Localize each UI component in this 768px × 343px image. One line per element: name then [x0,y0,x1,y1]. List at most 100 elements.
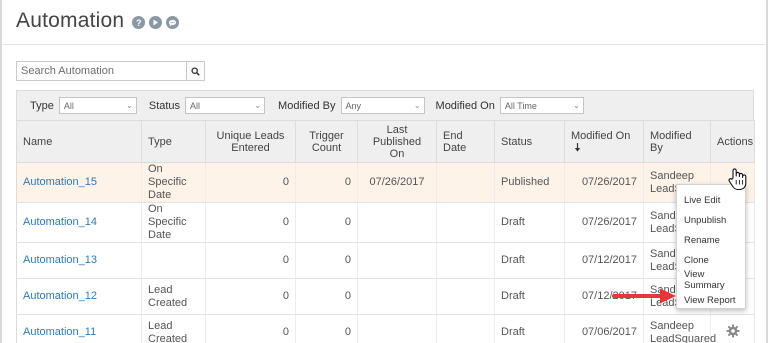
modified-on-filter-select[interactable]: All Time ⌄ [499,97,584,114]
status-cell: Draft [494,278,565,315]
type-cell: On Specific Date [141,202,206,243]
status-cell: Draft [494,314,565,343]
type-line: On Specific [148,163,187,188]
type-cell: Lead Created [141,278,206,315]
chevron-down-icon: ⌄ [413,101,421,110]
column-header-modified-by[interactable]: Modified By [643,120,711,163]
last-published-cell [357,278,437,315]
table-row[interactable]: Automation_15 On Specific Date 0 0 07/26/… [16,162,755,203]
type-cell: Lead Created [141,314,206,343]
column-header-unique-leads[interactable]: Unique Leads Entered [205,120,296,163]
unique-leads-cell: 0 [205,202,296,243]
type-filter-value: All [63,100,74,111]
play-icon[interactable] [149,16,163,29]
gear-icon[interactable] [726,324,740,338]
status-filter-value: All [190,100,201,111]
type-line: Created [148,332,188,343]
chevron-down-icon: ⌄ [254,101,262,110]
menu-item-rename[interactable]: Rename [677,230,745,250]
table-row[interactable]: Automation_13 0 0 Draft 07/12/2017 Sande… [16,242,755,279]
modified-on-header-label: Modified On [571,129,631,142]
type-line: Date [148,189,172,201]
search-input[interactable] [17,62,186,80]
status-cell: Published [494,162,565,203]
type-cell: On Specific Date [141,162,206,203]
automation-name-link[interactable]: Automation_11 [23,326,96,338]
automation-table: Name Type Unique Leads Entered Trigger C… [16,120,755,343]
status-filter-label: Status [148,99,181,112]
column-header-name[interactable]: Name [16,120,142,163]
help-icon[interactable]: ? [132,16,146,29]
actions-cell [710,314,755,343]
hand-cursor-icon [728,168,747,191]
modified-on-filter-label: Modified On [435,99,495,112]
modified-on-filter-value: All Time [504,100,537,111]
trigger-count-cell: 0 [295,242,358,279]
unique-leads-cell: 0 [205,278,296,315]
automation-name-link[interactable]: Automation_12 [23,290,97,302]
type-line: Created [148,296,188,309]
type-filter-select[interactable]: All ⌄ [58,97,137,114]
type-line: Lead [148,283,173,296]
chat-icon[interactable] [166,16,180,29]
trigger-count-cell: 0 [295,162,358,203]
search-button[interactable] [186,62,204,80]
automation-name-link[interactable]: Automation_14 [23,216,97,228]
page-header: Automation ? [16,8,180,34]
modified-on-cell: 07/26/2017 [564,162,644,203]
actions-dropdown-menu: Live Edit Unpublish Rename Clone View Su… [676,176,746,310]
unique-leads-cell: 0 [205,314,296,343]
type-cell [141,242,206,279]
end-date-cell [436,278,495,315]
table-row[interactable]: Automation_14 On Specific Date 0 0 Draft … [16,202,755,243]
type-line: Lead [148,319,173,332]
header-divider [2,44,766,45]
table-row[interactable]: Automation_11 Lead Created 0 0 Draft 07/0… [16,314,755,343]
modified-on-cell: 07/26/2017 [564,202,644,243]
automation-name-link[interactable]: Automation_13 [23,254,97,266]
end-date-cell [436,162,495,203]
menu-item-unpublish[interactable]: Unpublish [677,210,745,230]
automation-name-link[interactable]: Automation_15 [23,176,97,188]
unique-leads-cell: 0 [205,162,296,203]
last-published-cell [357,314,437,343]
menu-item-live-edit[interactable]: Live Edit [677,190,745,210]
status-cell: Draft [494,242,565,279]
unique-leads-cell: 0 [205,242,296,279]
column-header-trigger-count[interactable]: Trigger Count [295,120,358,163]
modified-by-line: LeadSquared [650,332,717,343]
menu-item-view-summary[interactable]: View Summary [677,269,745,291]
last-published-cell [357,242,437,279]
modified-by-cell: SandeepLeadSquared [643,314,717,343]
table-header-row: Name Type Unique Leads Entered Trigger C… [16,120,755,163]
modified-on-cell: 07/06/2017 [564,314,644,343]
column-header-end-date[interactable]: End Date [436,120,495,163]
column-header-modified-on[interactable]: Modified On [564,120,644,163]
end-date-cell [436,202,495,243]
sort-down-icon [574,142,581,152]
trigger-count-cell: 0 [295,202,358,243]
search-box [16,61,205,81]
modified-by-filter-select[interactable]: Any ⌄ [340,97,425,114]
type-line: Date [148,229,172,241]
last-published-cell: 07/26/2017 [357,162,437,203]
end-date-cell [436,314,495,343]
page-title: Automation [16,9,125,32]
menu-item-view-report[interactable]: View Report [677,290,745,310]
status-filter-select[interactable]: All ⌄ [185,97,266,114]
column-header-actions: Actions [710,120,755,163]
column-header-type[interactable]: Type [141,120,206,163]
annotation-arrow-icon [612,288,676,304]
column-header-status[interactable]: Status [494,120,565,163]
type-filter-label: Type [30,99,54,112]
modified-by-line: Sandeep [650,169,695,182]
modified-on-cell: 07/12/2017 [564,242,644,279]
filter-bar: Type All ⌄ Status All ⌄ Modified By Any ⌄ M… [16,90,754,120]
last-published-cell [357,202,437,243]
menu-item-clone[interactable]: Clone [677,250,745,270]
chevron-down-icon: ⌄ [573,101,580,110]
title-icons: ? [132,16,180,29]
column-header-last-published[interactable]: Last Published On [357,120,437,163]
status-cell: Draft [494,202,565,243]
chevron-down-icon: ⌄ [126,101,133,110]
